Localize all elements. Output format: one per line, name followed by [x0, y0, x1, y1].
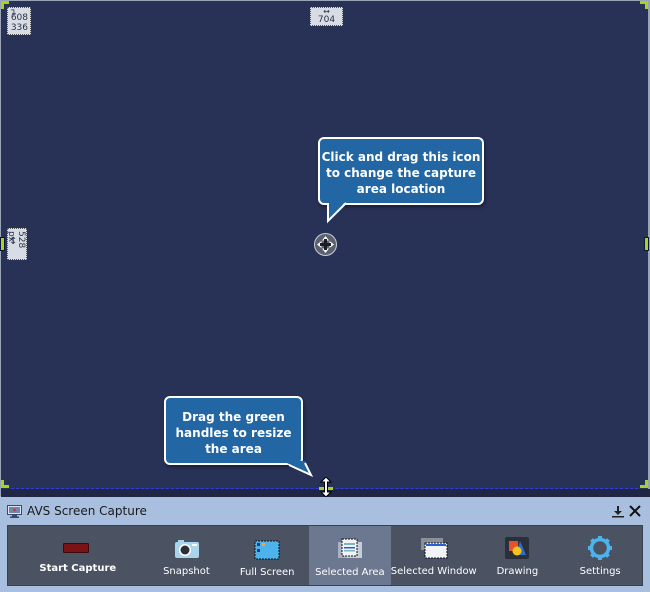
resize-tooltip-tail	[283, 461, 313, 477]
full-screen-label: Full Screen	[239, 567, 295, 578]
vertical-resize-cursor-icon	[319, 477, 333, 497]
move-tooltip-tail	[327, 201, 347, 224]
resize-handle-top-right[interactable]	[640, 1, 648, 9]
capture-panel: AVS Screen Capture Start Capture Snapsho…	[0, 500, 650, 592]
move-tooltip: Click and drag this icon to change the c…	[318, 137, 484, 205]
selected-window-label: Selected Window	[390, 566, 477, 577]
record-icon	[63, 543, 89, 553]
selected-area-icon	[338, 538, 363, 558]
monitor-icon	[7, 505, 22, 518]
resize-handle-bottom-left[interactable]	[1, 480, 9, 488]
snapshot-button[interactable]: Snapshot	[148, 526, 226, 585]
panel-title: AVS Screen Capture	[27, 504, 147, 518]
move-handle-icon[interactable]	[314, 233, 337, 256]
start-capture-label: Start Capture	[39, 563, 117, 574]
snapshot-label: Snapshot	[163, 566, 210, 577]
drawing-label: Drawing	[496, 566, 539, 577]
resize-tooltip-line: handles to resize	[175, 426, 292, 440]
width-value: 704 px	[317, 15, 336, 35]
capture-area[interactable]: ↴ 608 336 ↔ 704 px ↕ 528 px Click and dr…	[0, 0, 650, 497]
resize-handle-right[interactable]	[644, 237, 649, 251]
position-readout: ↴ 608 336	[7, 7, 31, 35]
height-readout: ↕ 528 px	[6, 228, 27, 260]
drawing-button[interactable]: Drawing	[477, 526, 559, 585]
selected-area-label: Selected Area	[315, 567, 385, 578]
horizontal-arrow-icon: ↔	[323, 7, 330, 16]
resize-tooltip-line: Drag the green	[182, 410, 285, 424]
resize-handle-bottom-right[interactable]	[640, 480, 648, 488]
camera-icon	[174, 540, 199, 558]
start-capture-button[interactable]: Start Capture	[8, 526, 148, 585]
position-y: 336	[10, 23, 28, 33]
panel-title-bar[interactable]: AVS Screen Capture	[0, 500, 650, 524]
selected-window-icon	[420, 538, 448, 559]
full-screen-button[interactable]: Full Screen	[225, 526, 309, 585]
pin-icon[interactable]	[612, 505, 624, 518]
settings-button[interactable]: Settings	[558, 526, 642, 585]
move-tooltip-line: area location	[356, 182, 446, 196]
position-arrow-icon: ↴	[9, 8, 17, 18]
capture-toolbar: Start Capture Snapshot Full Screen Selec…	[7, 525, 643, 586]
resize-tooltip: Drag the green handles to resize the are…	[164, 396, 303, 465]
drawing-icon	[504, 537, 529, 559]
selected-area-button[interactable]: Selected Area	[309, 526, 391, 585]
full-screen-icon	[254, 540, 280, 560]
gear-icon	[588, 536, 613, 560]
resize-tooltip-line: the area	[205, 442, 262, 456]
width-readout: ↔ 704 px	[310, 7, 343, 35]
resize-handle-left[interactable]	[0, 237, 5, 251]
settings-label: Settings	[579, 566, 621, 577]
close-icon[interactable]	[628, 504, 642, 518]
move-tooltip-line: to change the capture	[325, 166, 477, 180]
selected-window-button[interactable]: Selected Window	[391, 526, 477, 585]
height-value: 528 px	[6, 231, 26, 249]
move-tooltip-line: Click and drag this icon	[321, 150, 481, 164]
